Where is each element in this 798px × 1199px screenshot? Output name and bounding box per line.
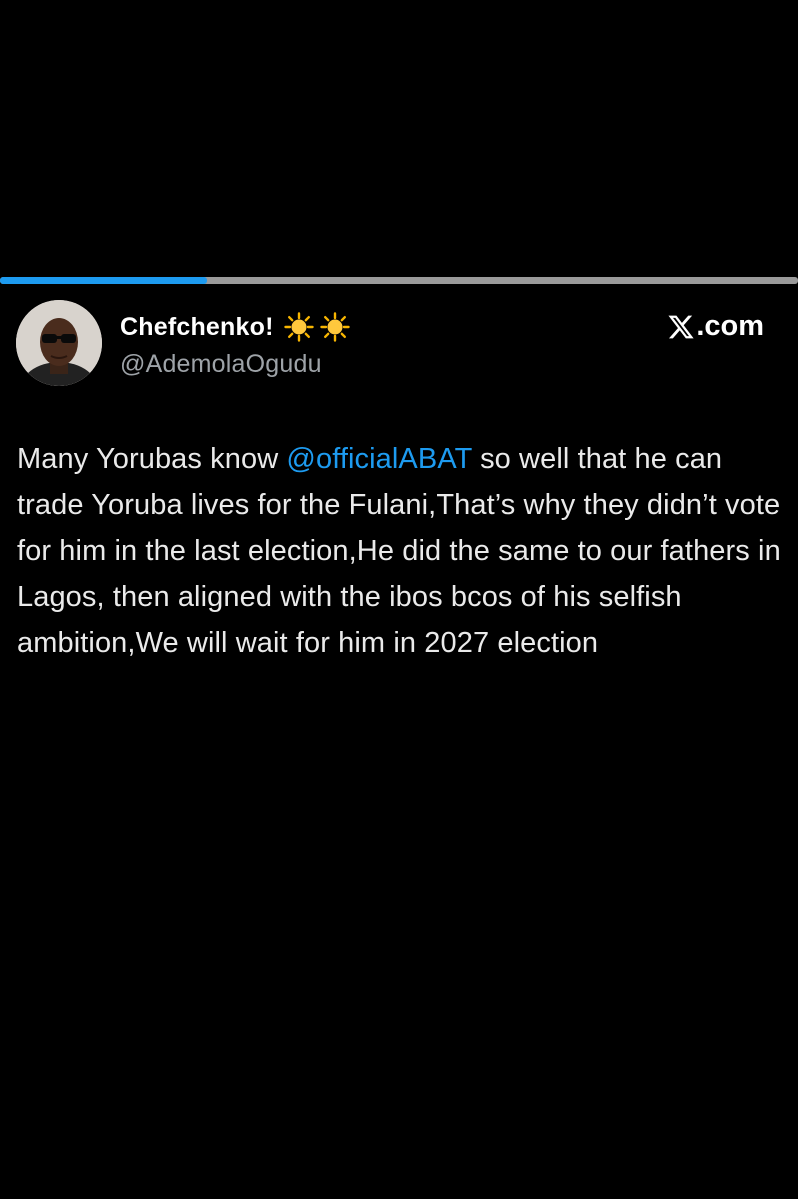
display-name[interactable]: Chefchenko! [120, 313, 274, 342]
sun-icon [319, 312, 350, 342]
tweet-text-after: so well that he can trade Yoruba lives f… [17, 443, 781, 659]
tweet-text-before: Many Yorubas know [17, 443, 287, 475]
story-progress-fill [0, 277, 208, 284]
user-info: Chefchenko! @AdemolaOgudu [120, 310, 350, 379]
mention-link[interactable]: @officialABAT [286, 443, 471, 475]
x-brand: .com [667, 310, 764, 343]
avatar[interactable] [16, 300, 102, 386]
brand-label: .com [696, 310, 764, 342]
x-logo-icon [668, 315, 694, 338]
sun-icon [283, 312, 314, 342]
tweet-text: Many Yorubas know @officialABAT so well … [17, 436, 787, 666]
display-name-row: Chefchenko! [120, 310, 350, 344]
post-header: Chefchenko! @AdemolaOgudu .com [16, 300, 782, 390]
user-handle[interactable]: @AdemolaOgudu [120, 350, 350, 379]
story-progress-bar [0, 277, 798, 284]
